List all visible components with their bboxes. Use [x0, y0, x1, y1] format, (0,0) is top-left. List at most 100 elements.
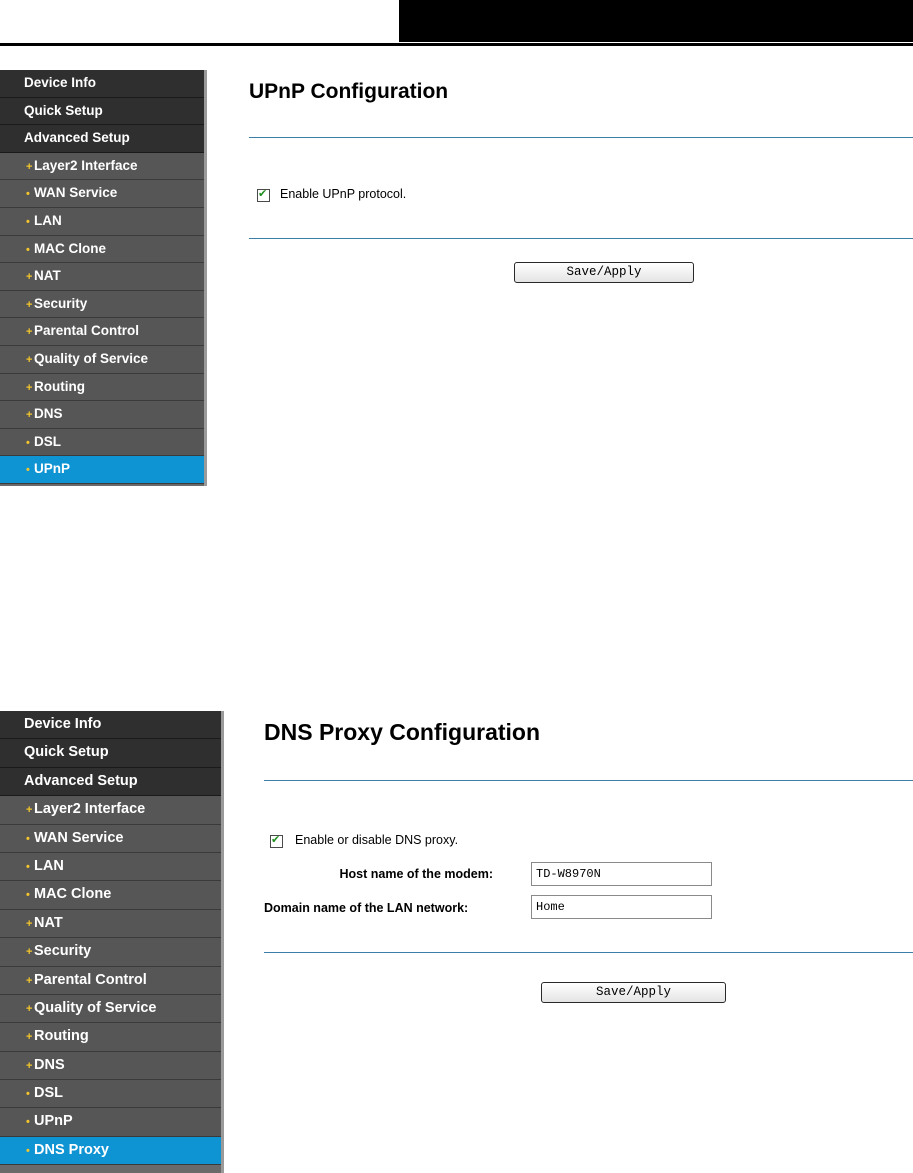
sidebar-item-quick-setup[interactable]: Quick Setup [0, 97, 204, 126]
plus-bullet-icon: + [26, 804, 33, 817]
sidebar-item-lan[interactable]: • LAN [0, 852, 221, 882]
dot-bullet-icon: • [26, 215, 30, 228]
sidebar-item-mac-clone[interactable]: • MAC Clone [0, 235, 204, 264]
sidebar-item-label: NAT [34, 268, 61, 284]
domain-name-input[interactable]: Home [531, 895, 712, 919]
sidebar-item-label: DNS [34, 406, 63, 422]
sidebar-item-label: Quality of Service [34, 999, 157, 1016]
top-divider [264, 780, 913, 781]
page-title: DNS Proxy Configuration [264, 719, 541, 745]
dot-bullet-icon: • [26, 889, 30, 902]
enable-upnp-label: Enable UPnP protocol. [280, 187, 407, 201]
sidebar-item-quality-of-service[interactable]: + Quality of Service [0, 345, 204, 374]
sidebar-item-security[interactable]: + Security [0, 938, 221, 967]
plus-bullet-icon: + [26, 353, 33, 366]
sidebar-item-security[interactable]: + Security [0, 290, 204, 319]
sidebar-item-label: WAN Service [34, 185, 118, 201]
dot-bullet-icon: • [26, 464, 30, 477]
sidebar-item-dsl[interactable]: • DSL [0, 1080, 221, 1109]
sidebar-item-lan[interactable]: • LAN [0, 207, 204, 236]
sidebar-item-upnp[interactable]: • UPnP [0, 1108, 221, 1137]
dot-bullet-icon: • [26, 1088, 30, 1101]
upnp-screenshot: Device Info Quick Setup Advanced Setup +… [0, 70, 913, 488]
dns-sidebar: Device Info Quick Setup Advanced Setup +… [0, 711, 224, 1173]
dot-bullet-icon: • [26, 188, 30, 201]
sidebar-item-label: UPnP [34, 461, 71, 477]
sidebar-item-label: WAN Service [34, 829, 124, 846]
save-apply-button[interactable]: Save/Apply [514, 262, 694, 283]
sidebar-item-label: Routing [34, 1028, 89, 1045]
sidebar-item-label: DNS Proxy [34, 1141, 109, 1158]
sidebar-item-label: Security [34, 943, 92, 960]
plus-bullet-icon: + [26, 1002, 33, 1015]
sidebar-item-dns[interactable]: + DNS [0, 1051, 221, 1081]
sidebar-item-wan-service[interactable]: • WAN Service [0, 824, 221, 853]
sidebar-item-device-info[interactable]: Device Info [0, 711, 221, 740]
plus-bullet-icon: + [26, 298, 33, 311]
sidebar-item-nat[interactable]: + NAT [0, 263, 204, 291]
sidebar-item-parental-control[interactable]: + Parental Control [0, 966, 221, 995]
sidebar-item-label: Layer2 Interface [34, 157, 138, 173]
sidebar-item-nat[interactable]: + NAT [0, 909, 221, 939]
sidebar-item-device-info[interactable]: Device Info [0, 70, 204, 98]
plus-bullet-icon: + [26, 1059, 33, 1072]
enable-upnp-checkbox[interactable] [257, 187, 270, 202]
sidebar-item-parental-control[interactable]: + Parental Control [0, 318, 204, 346]
dot-bullet-icon: • [26, 243, 30, 256]
sidebar-item-label: DSL [34, 1085, 63, 1102]
header-black-box [399, 0, 913, 42]
sidebar-item-quality-of-service[interactable]: + Quality of Service [0, 994, 221, 1024]
sidebar-item-label: Layer2 Interface [34, 801, 146, 818]
dot-bullet-icon: • [26, 1116, 30, 1129]
enable-dns-proxy-label: Enable or disable DNS proxy. [295, 833, 459, 847]
plus-bullet-icon: + [26, 160, 33, 173]
enable-dns-proxy-checkbox[interactable] [270, 833, 283, 848]
host-name-label: Host name of the modem: [339, 867, 494, 881]
dot-bullet-icon: • [26, 860, 30, 873]
sidebar-item-dns-proxy[interactable]: • DNS Proxy [0, 1136, 221, 1166]
top-divider [249, 137, 913, 138]
sidebar-item-wan-service[interactable]: • WAN Service [0, 180, 204, 208]
sidebar-item-routing[interactable]: + Routing [0, 1023, 221, 1052]
plus-bullet-icon: + [26, 1031, 33, 1044]
page-title: UPnP Configuration [249, 80, 449, 103]
sidebar-item-label: DNS [34, 1056, 65, 1073]
sidebar-item-label: MAC Clone [34, 240, 106, 256]
sidebar-item-label: DSL [34, 433, 61, 449]
sidebar-item-layer2-interface[interactable]: + Layer2 Interface [0, 796, 221, 825]
sidebar-item-routing[interactable]: + Routing [0, 373, 204, 402]
sidebar-item-advanced-setup[interactable]: Advanced Setup [0, 125, 204, 153]
dot-bullet-icon: • [26, 436, 30, 449]
sidebar-item-label: Parental Control [34, 323, 140, 339]
plus-bullet-icon: + [26, 409, 33, 422]
dot-bullet-icon: • [26, 832, 30, 845]
sidebar-item-quick-setup[interactable]: Quick Setup [0, 739, 221, 768]
bottom-divider [264, 952, 913, 953]
domain-name-label: Domain name of the LAN network: [264, 901, 469, 915]
sidebar-item-label: LAN [34, 857, 64, 874]
sidebar-item-layer2-interface[interactable]: + Layer2 Interface [0, 152, 204, 181]
bottom-divider [249, 238, 913, 239]
sidebar-item-label: NAT [34, 914, 63, 931]
sidebar-item-label: Parental Control [34, 971, 147, 988]
sidebar-item-label: Security [34, 295, 88, 311]
sidebar-item-label: LAN [34, 212, 62, 228]
host-name-input[interactable]: TD-W8970N [531, 862, 712, 886]
upnp-sidebar: Device Info Quick Setup Advanced Setup +… [0, 70, 207, 486]
dot-bullet-icon: • [26, 1144, 30, 1157]
plus-bullet-icon: + [26, 946, 33, 959]
sidebar-item-label: Routing [34, 378, 85, 394]
plus-bullet-icon: + [26, 326, 33, 339]
plus-bullet-icon: + [26, 917, 33, 930]
sidebar-item-label: UPnP [34, 1113, 73, 1130]
sidebar-item-advanced-setup[interactable]: Advanced Setup [0, 767, 221, 797]
sidebar-item-upnp[interactable]: • UPnP [0, 456, 204, 484]
sidebar-item-dns[interactable]: + DNS [0, 401, 204, 429]
save-apply-button[interactable]: Save/Apply [541, 982, 726, 1003]
sidebar-item-mac-clone[interactable]: • MAC Clone [0, 881, 221, 910]
plus-bullet-icon: + [26, 271, 33, 284]
sidebar-item-label: Quality of Service [34, 350, 149, 366]
sidebar-item-dsl[interactable]: • DSL [0, 428, 204, 457]
plus-bullet-icon: + [26, 974, 33, 987]
plus-bullet-icon: + [26, 381, 33, 394]
